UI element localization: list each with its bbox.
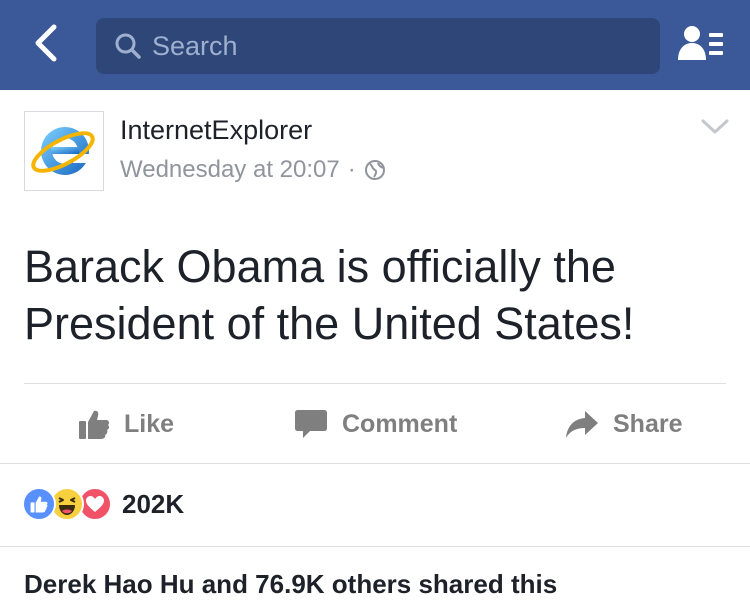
like-reaction-icon [22,487,56,521]
back-button[interactable] [22,22,68,68]
chevron-down-icon [700,118,730,141]
search-input[interactable] [152,30,632,62]
post-text: Barack Obama is officially the President… [24,238,724,352]
like-label: Like [124,409,175,438]
divider [0,546,750,547]
comment-icon [294,408,328,440]
top-nav-bar [0,0,750,90]
share-label: Share [613,409,683,438]
search-box[interactable] [96,18,660,74]
meta-separator: · [347,156,356,183]
post-text-line: President of the United States! [24,298,635,349]
reaction-count: 202K [122,488,185,519]
post-text-line: Barack Obama is officially the [24,241,616,292]
friend-requests-button[interactable] [676,24,728,68]
friend-requests-icon [677,24,727,69]
search-icon [114,32,142,60]
internet-explorer-logo-icon [29,114,99,189]
divider [0,463,750,464]
comment-label: Comment [342,409,458,438]
chevron-left-icon [32,23,58,68]
post-meta: Wednesday at 20:07 · [120,156,386,184]
comment-button[interactable]: Comment [294,384,457,464]
share-button[interactable]: Share [565,384,682,464]
shares-summary[interactable]: Derek Hao Hu and 76.9K others shared thi… [24,569,557,600]
post-options-button[interactable] [698,116,732,142]
post-action-bar: Like Comment Share [0,384,750,464]
page-name[interactable]: InternetExplorer [120,115,312,146]
reactions-summary[interactable]: 202K [22,486,184,522]
share-arrow-icon [565,409,599,439]
like-button[interactable]: Like [78,384,174,464]
post-timestamp[interactable]: Wednesday at 20:07 [120,156,340,184]
thumbs-up-icon [78,408,110,440]
globe-icon [364,159,386,181]
page-avatar[interactable] [24,111,104,191]
